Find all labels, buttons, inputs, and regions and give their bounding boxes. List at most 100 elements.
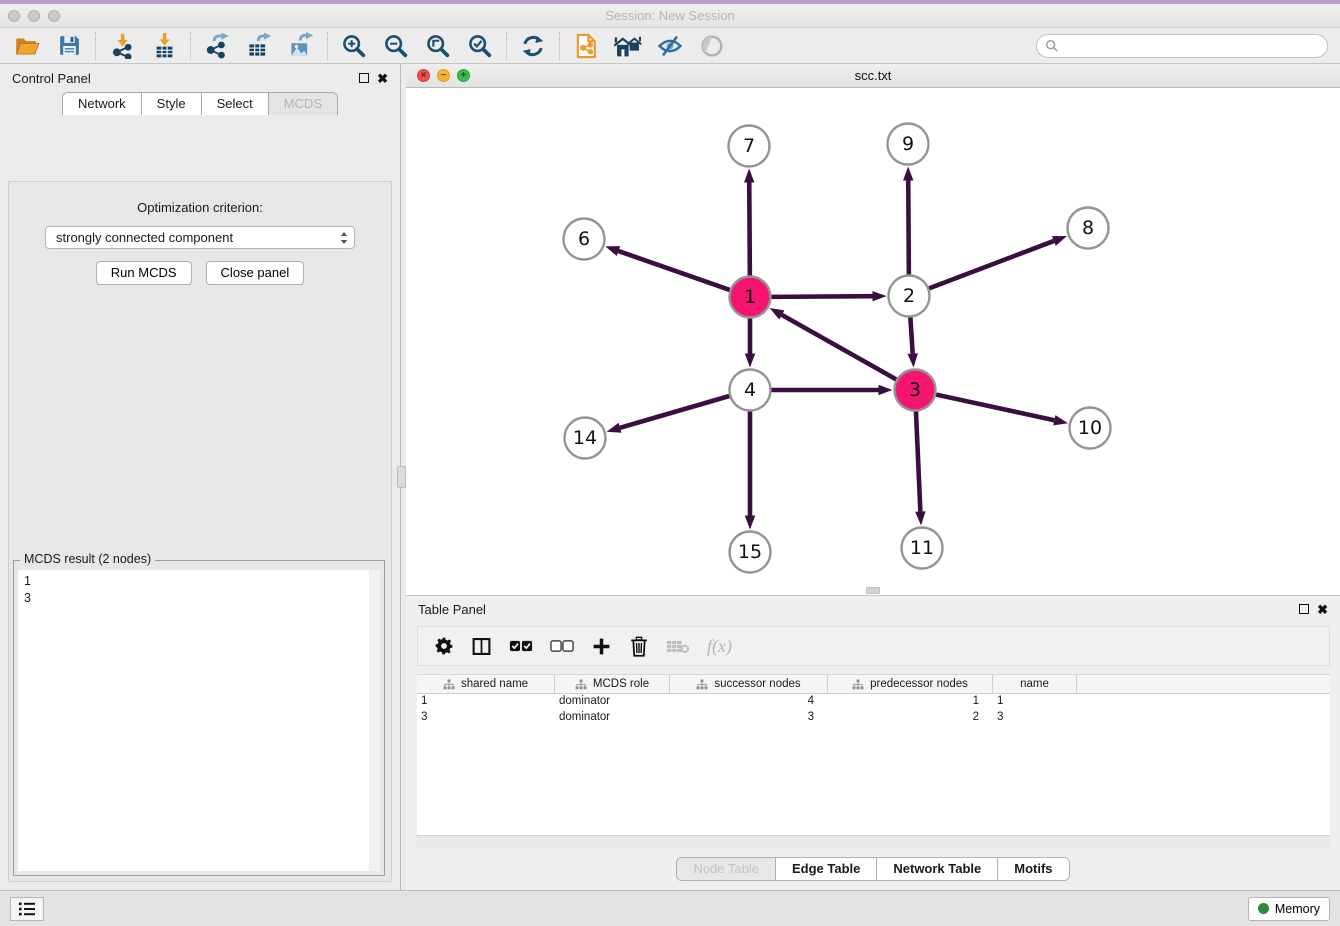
edge-2-3[interactable] [907,317,917,367]
graph-node-6[interactable]: 6 [564,219,605,260]
edge-4-3[interactable] [772,385,893,395]
edge-4-15[interactable] [745,412,755,530]
edge-2-9[interactable] [903,166,913,274]
column-header-successor-nodes[interactable]: successor nodes [670,675,828,693]
graph-node-7[interactable]: 7 [729,126,770,167]
table-row[interactable]: 3dominator323 [417,710,1330,726]
tab-select[interactable]: Select [202,93,269,115]
network-window-traffic-lights[interactable]: × − + [417,69,470,82]
graph-node-14[interactable]: 14 [565,418,606,459]
graph-node-15[interactable]: 15 [730,532,771,573]
network-close-button[interactable]: × [417,69,430,82]
app-titlebar: Session: New Session [0,4,1340,28]
horizontal-splitter-handle[interactable] [866,587,880,594]
table-cell: dominator [555,694,670,710]
export-network-button[interactable] [196,30,238,62]
splitter-handle[interactable] [397,466,406,488]
export-table-button[interactable] [238,30,280,62]
float-panel-icon[interactable] [359,73,369,83]
main-toolbar [0,28,1340,64]
zoom-out-button[interactable] [375,30,417,62]
mcds-result-textarea[interactable]: 1 3 [18,570,380,871]
tab-network[interactable]: Network [63,93,142,115]
show-details-button[interactable] [649,30,691,62]
float-table-panel-icon[interactable] [1299,604,1309,614]
edge-1-6[interactable] [605,246,729,290]
function-fx-icon: f(x) [707,636,732,657]
column-header-shared-name[interactable]: shared name [417,675,555,693]
network-minimize-button[interactable]: − [437,69,450,82]
graph-node-4[interactable]: 4 [730,370,771,411]
delete-table-button[interactable] [666,631,690,661]
arrowhead-icon [879,385,893,395]
column-header-name[interactable]: name [993,675,1077,693]
search-field[interactable] [1036,34,1328,58]
home-button[interactable] [607,30,649,62]
import-table-button[interactable] [143,30,185,62]
close-table-panel-icon[interactable]: ✖ [1317,603,1328,616]
arrowhead-icon [605,246,620,256]
zoom-fit-button[interactable] [417,30,459,62]
search-input[interactable] [1064,39,1319,53]
task-history-button[interactable] [10,897,44,921]
table-cell: dominator [555,710,670,726]
tab-motifs[interactable]: Motifs [998,858,1068,880]
node-label: 9 [902,133,914,155]
column-header-predecessor-nodes[interactable]: predecessor nodes [828,675,993,693]
column-label: name [1020,678,1049,690]
create-column-button[interactable] [591,631,612,661]
edge-1-7[interactable] [744,168,754,275]
column-label: predecessor nodes [870,678,968,690]
result-scrollbar[interactable] [369,570,380,871]
network-file-button[interactable] [565,30,607,62]
select-all-button[interactable] [509,631,533,661]
hide-details-button[interactable] [691,30,733,62]
table-hscroll-track[interactable] [416,835,1330,848]
zoom-selected-button[interactable] [459,30,501,62]
graph-node-8[interactable]: 8 [1068,208,1109,249]
unselect-all-button[interactable] [550,631,574,661]
graph-node-9[interactable]: 9 [888,124,929,165]
table-settings-button[interactable] [434,631,454,661]
edge-2-8[interactable] [929,236,1067,288]
close-panel-icon[interactable]: ✖ [377,72,388,85]
tab-style[interactable]: Style [142,93,202,115]
memory-button[interactable]: Memory [1248,897,1330,921]
hide-details-eye-icon [698,32,726,60]
graph-node-10[interactable]: 10 [1070,408,1111,449]
save-session-button[interactable] [48,30,90,62]
graph-node-11[interactable]: 11 [902,528,943,569]
search-magnifier-icon [1045,39,1059,53]
tab-network-table[interactable]: Network Table [877,858,998,880]
show-columns-button[interactable] [471,631,492,661]
graph-node-2[interactable]: 2 [889,276,930,317]
run-mcds-button[interactable]: Run MCDS [96,261,192,285]
delete-column-button[interactable] [629,631,649,661]
graph-node-3[interactable]: 3 [895,370,936,411]
edge-1-4[interactable] [745,319,755,368]
column-header-MCDS-role[interactable]: MCDS role [555,675,670,693]
export-image-button[interactable] [280,30,322,62]
apply-function-button[interactable]: f(x) [707,631,732,661]
edge-4-14[interactable] [607,396,730,433]
show-details-eye-icon [656,32,684,60]
table-row[interactable]: 1dominator411 [417,694,1330,710]
network-zoom-button[interactable]: + [457,69,470,82]
edge-1-2[interactable] [771,291,886,301]
close-panel-button[interactable]: Close panel [206,261,305,285]
open-session-button[interactable] [6,30,48,62]
edge-3-1[interactable] [770,308,897,379]
tab-mcds[interactable]: MCDS [269,93,337,115]
refresh-button[interactable] [512,30,554,62]
edge-3-11[interactable] [915,411,925,525]
edge-3-10[interactable] [936,395,1068,426]
optimization-criterion-dropdown[interactable]: strongly connected component [45,226,355,249]
table-panel: Table Panel ✖ [406,596,1340,890]
network-graph[interactable]: 1 2 3 4 6 7 8 9 10 11 14 15 [406,88,1340,594]
zoom-in-button[interactable] [333,30,375,62]
tab-edge-table[interactable]: Edge Table [776,858,877,880]
import-network-button[interactable] [101,30,143,62]
graph-node-1[interactable]: 1 [730,277,771,318]
network-canvas[interactable]: 1 2 3 4 6 7 8 9 10 11 14 15 [406,88,1340,595]
tab-node-table[interactable]: Node Table [677,858,776,880]
